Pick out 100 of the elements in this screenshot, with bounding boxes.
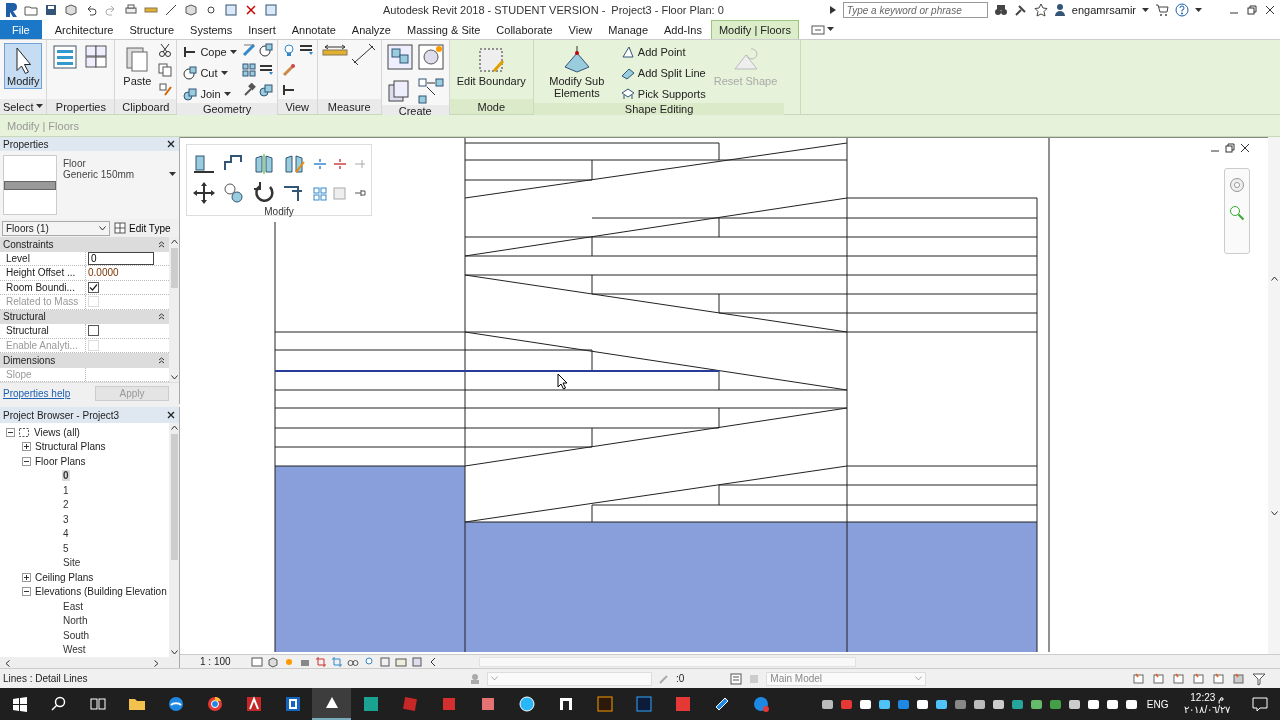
- point-icon[interactable]: [620, 45, 635, 59]
- collapse-icon[interactable]: [22, 587, 31, 597]
- close-icon[interactable]: [244, 3, 258, 17]
- tree-item[interactable]: 2: [62, 499, 70, 511]
- close-icon[interactable]: [1240, 143, 1250, 153]
- ribbon-tab[interactable]: Analyze: [344, 20, 398, 39]
- ribbon-tab[interactable]: Systems: [183, 20, 240, 39]
- tree-item[interactable]: Site: [62, 557, 82, 569]
- property-value[interactable]: 0.0000: [88, 267, 119, 279]
- wall-icon[interactable]: [241, 43, 256, 57]
- app-tile-icon[interactable]: [896, 697, 910, 711]
- language-indicator[interactable]: ENG: [1140, 698, 1175, 710]
- tool-button[interactable]: Edit Boundary: [453, 43, 529, 89]
- globe-icon[interactable]: [205, 695, 224, 713]
- beam-icon[interactable]: [281, 83, 296, 97]
- start-icon[interactable]: [10, 695, 29, 713]
- scroll-up-icon[interactable]: [1270, 275, 1278, 281]
- tool-button[interactable]: Add Split Line: [618, 64, 708, 82]
- ribbon-tab[interactable]: Modify | Floors: [710, 20, 799, 39]
- crop-icon[interactable]: [314, 655, 327, 668]
- copy-icon[interactable]: [222, 181, 246, 205]
- arrow-icon[interactable]: [828, 5, 837, 15]
- bulb-icon[interactable]: [281, 43, 296, 57]
- close-icon[interactable]: [167, 140, 175, 148]
- cube-icon[interactable]: [184, 3, 198, 17]
- app-tile-icon[interactable]: [361, 695, 380, 713]
- ribbon-tab[interactable]: Annotate: [284, 20, 343, 39]
- ribbon-tab[interactable]: Manage: [601, 20, 656, 39]
- cut-icon[interactable]: [258, 43, 273, 57]
- app-tile-icon[interactable]: [283, 695, 302, 713]
- clock-date[interactable]: ٢٠١٨/٠٦/٢٧: [1184, 704, 1230, 716]
- app-tile-icon[interactable]: [877, 697, 891, 711]
- close-icon[interactable]: [167, 411, 175, 419]
- clock-time[interactable]: 12:23 م: [1190, 692, 1225, 704]
- scroll-thumb[interactable]: [170, 248, 178, 288]
- user-name[interactable]: engamrsamir: [1071, 4, 1136, 16]
- caret-icon[interactable]: [229, 49, 237, 55]
- sheet-icon[interactable]: [250, 655, 263, 668]
- app-tile-icon[interactable]: [673, 695, 692, 713]
- tool-button[interactable]: Cope: [181, 43, 239, 61]
- ribbon-tab[interactable]: Collaborate: [489, 20, 560, 39]
- app-tile-icon[interactable]: [839, 697, 853, 711]
- star-icon[interactable]: [1033, 3, 1048, 17]
- scroll-right-icon[interactable]: [154, 660, 159, 667]
- tool-button[interactable]: Modify Sub Elements: [537, 43, 616, 101]
- tree-item[interactable]: Elevations (Building Elevation: [34, 586, 168, 598]
- tree-item[interactable]: 0: [62, 470, 70, 482]
- cube-icon[interactable]: [64, 3, 78, 17]
- tree-item[interactable]: West: [62, 644, 87, 656]
- caret-icon[interactable]: [1142, 7, 1149, 13]
- caret-icon[interactable]: [220, 70, 228, 76]
- cart-icon[interactable]: [1155, 3, 1169, 17]
- task-view-icon[interactable]: [88, 695, 107, 713]
- aperture-icon[interactable]: [517, 695, 536, 713]
- ribbon-tab[interactable]: Insert: [241, 20, 283, 39]
- group-icon[interactable]: [385, 43, 414, 71]
- close-icon[interactable]: [1264, 4, 1276, 16]
- app-tile-icon[interactable]: [1010, 697, 1024, 711]
- caret-icon[interactable]: [169, 172, 176, 177]
- app-tile-icon[interactable]: [1029, 697, 1043, 711]
- app-tile-icon[interactable]: [972, 697, 986, 711]
- help-icon[interactable]: [1175, 3, 1189, 17]
- collapse-icon[interactable]: [158, 356, 165, 364]
- app-tile-icon[interactable]: [244, 695, 263, 713]
- restore-icon[interactable]: [1246, 4, 1258, 16]
- scroll-thumb[interactable]: [170, 434, 178, 560]
- tree-item[interactable]: Ceiling Plans: [34, 571, 95, 583]
- split-icon[interactable]: [331, 156, 347, 172]
- ruler-icon[interactable]: [321, 43, 348, 57]
- expand-icon[interactable]: [22, 442, 31, 452]
- tree-item[interactable]: 4: [62, 528, 70, 540]
- cut-icon[interactable]: [183, 66, 198, 80]
- mirror-icon[interactable]: [282, 152, 306, 176]
- ribbon-tab[interactable]: Structure: [122, 20, 182, 39]
- tree-item[interactable]: East: [62, 600, 84, 612]
- caret-icon[interactable]: [826, 27, 834, 32]
- caret-icon[interactable]: [36, 104, 44, 109]
- flowchart-icon[interactable]: [416, 77, 445, 105]
- user-icon[interactable]: [1053, 3, 1066, 17]
- tree-item[interactable]: Floor Plans: [34, 455, 87, 467]
- tool-button[interactable]: Join: [181, 85, 239, 103]
- tree-item[interactable]: 5: [62, 542, 70, 554]
- globe-icon[interactable]: [166, 695, 185, 713]
- tree-item[interactable]: Views (all): [33, 426, 81, 438]
- scroll-up-icon[interactable]: [170, 425, 178, 430]
- window-icon[interactable]: [224, 3, 238, 17]
- tree-item[interactable]: North: [62, 615, 89, 627]
- help-link[interactable]: Properties help: [3, 388, 71, 399]
- ribbon-tab[interactable]: Massing & Site: [399, 20, 488, 39]
- move-icon[interactable]: [192, 181, 216, 205]
- ribbon-tab[interactable]: Architecture: [47, 20, 121, 39]
- ribbon-tab[interactable]: File: [0, 20, 42, 39]
- checkbox[interactable]: [88, 281, 99, 293]
- app-tile-icon[interactable]: [953, 697, 967, 711]
- app-tile-icon[interactable]: [634, 695, 653, 713]
- caret-icon[interactable]: [223, 91, 231, 97]
- panel-toggle-icon[interactable]: [810, 24, 825, 35]
- collapse-icon[interactable]: [158, 313, 165, 321]
- scroll-down-icon[interactable]: [1270, 510, 1278, 516]
- grid-icon[interactable]: [241, 63, 256, 77]
